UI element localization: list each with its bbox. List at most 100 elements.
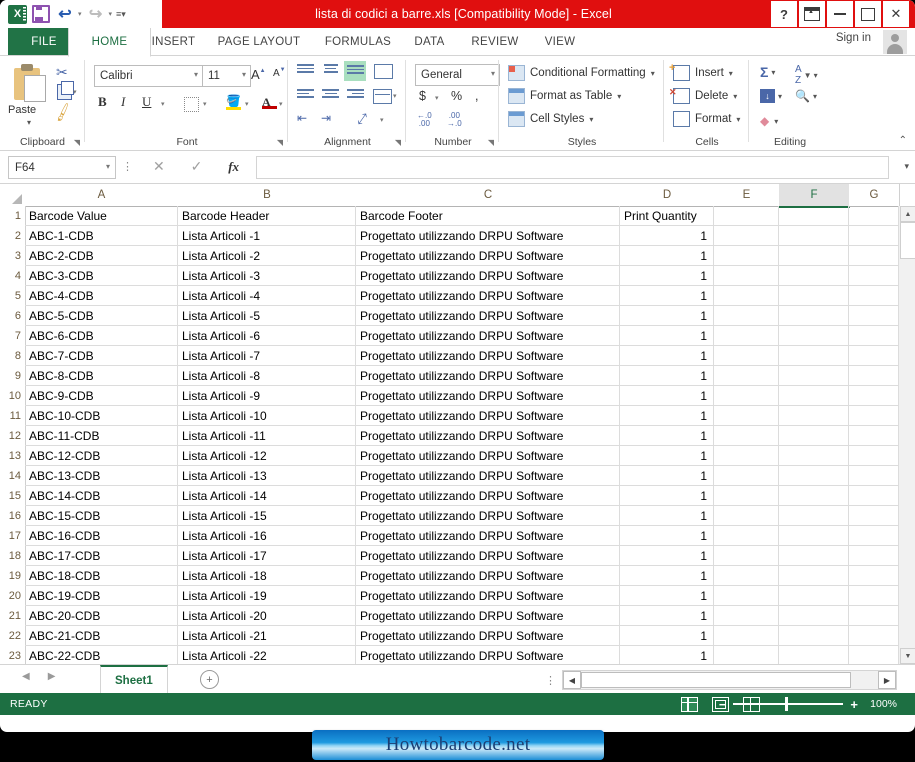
fill-button[interactable]: ↓ ▾ [760,89,782,103]
decrease-indent-icon[interactable]: ⇤ [297,111,307,125]
cell-A12[interactable]: ABC-11-CDB [25,426,178,445]
cell-D21[interactable]: 1 [620,606,714,625]
cell-A20[interactable]: ABC-19-CDB [25,586,178,605]
minimize-button[interactable] [827,1,853,27]
cell-F19[interactable] [779,566,849,585]
sheet-splitter[interactable]: ⋮ [545,674,556,687]
cell-D15[interactable]: 1 [620,486,714,505]
find-select-button[interactable]: 🔍 ▾ [795,89,817,103]
row-header[interactable]: 17 [0,526,25,546]
maximize-button[interactable] [855,1,881,27]
cell-D3[interactable]: 1 [620,246,714,265]
cell-F10[interactable] [779,386,849,405]
cell-C18[interactable]: Progettato utilizzando DRPU Software [356,546,620,565]
cell-F13[interactable] [779,446,849,465]
clear-button[interactable]: ◆ ▾ [760,114,778,128]
cell-F3[interactable] [779,246,849,265]
cell-F12[interactable] [779,426,849,445]
borders-icon[interactable] [184,97,199,112]
cell-G7[interactable] [849,326,899,345]
cell-F23[interactable] [779,646,849,664]
chevron-down-icon[interactable]: ▾ [617,92,621,101]
cell-B9[interactable]: Lista Articoli -8 [178,366,356,385]
cell-G18[interactable] [849,546,899,565]
font-color-dropdown-icon[interactable]: ▾ [279,100,283,108]
wrap-text-icon[interactable] [374,64,393,79]
cell-E2[interactable] [714,226,779,245]
row-header[interactable]: 6 [0,306,25,326]
clipboard-dialog-launcher[interactable]: ◥ [74,138,80,147]
sign-in-link[interactable]: Sign in [836,32,871,44]
tab-page-layout[interactable]: PAGE LAYOUT [199,28,319,55]
cell-G1[interactable] [849,206,899,225]
cell-A15[interactable]: ABC-14-CDB [25,486,178,505]
cell-E20[interactable] [714,586,779,605]
format-as-table-button[interactable]: Format as Table ▾ [508,88,621,104]
tab-formulas[interactable]: FORMULAS [307,28,409,55]
cell-C22[interactable]: Progettato utilizzando DRPU Software [356,626,620,645]
underline-button[interactable]: U [142,94,151,110]
merge-and-center-icon[interactable] [373,89,392,104]
row-header[interactable]: 15 [0,486,25,506]
cell-E8[interactable] [714,346,779,365]
cell-C12[interactable]: Progettato utilizzando DRPU Software [356,426,620,445]
cell-E1[interactable] [714,206,779,225]
horizontal-scrollbar[interactable]: ◀ ▶ [562,670,897,690]
cell-G20[interactable] [849,586,899,605]
cell-G5[interactable] [849,286,899,305]
expand-formula-bar-icon[interactable]: ▾ [904,161,909,172]
cell-D23[interactable]: 1 [620,646,714,664]
cell-E23[interactable] [714,646,779,664]
cell-A21[interactable]: ABC-20-CDB [25,606,178,625]
row-header[interactable]: 18 [0,546,25,566]
cell-A17[interactable]: ABC-16-CDB [25,526,178,545]
chevron-down-icon[interactable]: ▾ [106,162,110,171]
cell-E11[interactable] [714,406,779,425]
column-header-d[interactable]: D [620,184,715,206]
zoom-slider[interactable] [733,697,844,711]
increase-font-size-button[interactable]: A ▲ [251,67,266,82]
formula-input[interactable] [256,156,889,179]
undo-button[interactable]: ↩ [55,3,75,25]
column-header-f[interactable]: F [779,184,850,208]
cell-A8[interactable]: ABC-7-CDB [25,346,178,365]
cell-C23[interactable]: Progettato utilizzando DRPU Software [356,646,620,664]
cell-E19[interactable] [714,566,779,585]
cell-G3[interactable] [849,246,899,265]
cell-E22[interactable] [714,626,779,645]
cell-C4[interactable]: Progettato utilizzando DRPU Software [356,266,620,285]
scroll-left-icon[interactable]: ◀ [563,671,581,689]
alignment-dialog-launcher[interactable]: ◥ [395,138,401,147]
cell-G22[interactable] [849,626,899,645]
chevron-down-icon[interactable]: ▾ [813,92,817,101]
cell-E7[interactable] [714,326,779,345]
scroll-up-icon[interactable]: ▲ [900,206,915,222]
cell-E3[interactable] [714,246,779,265]
decrease-font-size-button[interactable]: A ▼ [273,67,286,80]
cell-B17[interactable]: Lista Articoli -16 [178,526,356,545]
cell-B13[interactable]: Lista Articoli -12 [178,446,356,465]
cell-E5[interactable] [714,286,779,305]
cell-B15[interactable]: Lista Articoli -14 [178,486,356,505]
cell-G10[interactable] [849,386,899,405]
cell-E16[interactable] [714,506,779,525]
horizontal-scroll-thumb[interactable] [581,672,851,688]
cell-A6[interactable]: ABC-5-CDB [25,306,178,325]
font-dialog-launcher[interactable]: ◥ [277,138,283,147]
increase-decimal-icon[interactable]: ←.0.00 [417,112,432,128]
cell-B12[interactable]: Lista Articoli -11 [178,426,356,445]
cell-D12[interactable]: 1 [620,426,714,445]
cell-D2[interactable]: 1 [620,226,714,245]
sheet-prev-icon[interactable]: ◀ [22,671,30,682]
column-header-e[interactable]: E [714,184,780,206]
chevron-down-icon[interactable]: ▾ [733,92,737,101]
cell-C11[interactable]: Progettato utilizzando DRPU Software [356,406,620,425]
font-size-select[interactable]: 11 ▾ [202,65,251,87]
zoom-in-button[interactable]: + [850,697,858,712]
sort-filter-button[interactable]: AZ ▼ ▾ [795,64,818,86]
cell-A5[interactable]: ABC-4-CDB [25,286,178,305]
accounting-format-icon[interactable]: $ [419,89,426,103]
cell-B23[interactable]: Lista Articoli -22 [178,646,356,664]
bold-button[interactable]: B [98,94,107,110]
row-header[interactable]: 13 [0,446,25,466]
